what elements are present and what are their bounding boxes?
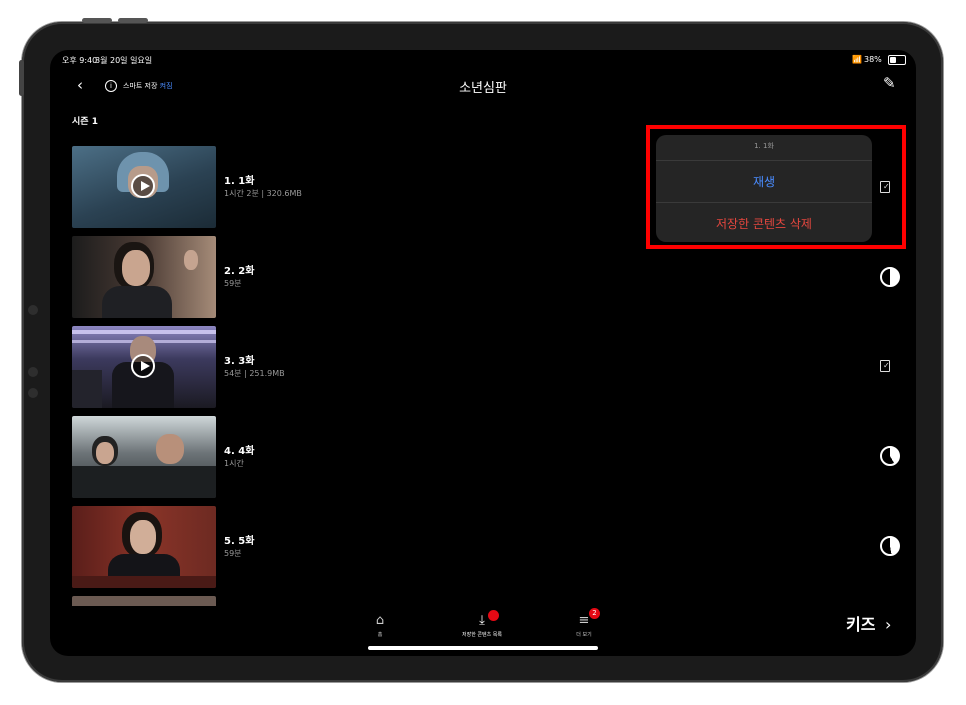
battery-icon bbox=[888, 55, 906, 65]
season-label: 시즌 1 bbox=[72, 117, 98, 127]
episode-meta: 1시간 2분 | 320.6MB bbox=[224, 189, 302, 198]
episode-title: 2. 2화 bbox=[224, 266, 255, 277]
play-icon[interactable] bbox=[131, 354, 155, 378]
partial-download-icon[interactable] bbox=[880, 536, 900, 556]
episode-row[interactable]: 4. 4화 1시간 bbox=[72, 416, 312, 498]
partial-download-icon[interactable] bbox=[880, 267, 900, 287]
home-indicator bbox=[368, 646, 598, 650]
episode-title: 5. 5화 bbox=[224, 536, 255, 547]
episode-row[interactable]: 5. 5화 59분 bbox=[72, 506, 312, 588]
episode-meta: 59분 bbox=[224, 549, 242, 558]
episode-thumbnail bbox=[72, 596, 216, 606]
battery-percent: 38% bbox=[864, 55, 882, 64]
wifi-icon: 📶 bbox=[852, 55, 862, 64]
episode-thumbnail bbox=[72, 326, 216, 408]
episode-row[interactable]: 2. 2화 59분 bbox=[72, 236, 312, 318]
tab-downloads[interactable]: ⤓ 저장한 콘텐츠 목록 bbox=[452, 610, 512, 638]
camera bbox=[28, 388, 38, 398]
episode-thumbnail bbox=[72, 506, 216, 588]
tab-label: 홈 bbox=[377, 632, 383, 638]
edit-pencil-icon[interactable]: ✎ bbox=[883, 74, 896, 92]
volume-button bbox=[118, 18, 148, 23]
episode-row[interactable]: 1. 1화 1시간 2분 | 320.6MB bbox=[72, 146, 312, 228]
tab-label: 더 보기 bbox=[576, 632, 592, 638]
play-icon[interactable] bbox=[131, 174, 155, 198]
partial-download-icon[interactable] bbox=[880, 446, 900, 466]
episode-thumbnail bbox=[72, 146, 216, 228]
tab-home[interactable]: ⌂ 홈 bbox=[350, 613, 410, 638]
downloaded-check-icon[interactable]: ✓ bbox=[880, 360, 890, 372]
episode-title: 4. 4화 bbox=[224, 446, 255, 457]
download-icon: ⤓ bbox=[479, 613, 485, 628]
episode-title: 3. 3화 bbox=[224, 356, 255, 367]
kids-label: 키즈 bbox=[846, 615, 876, 634]
tab-more[interactable]: ≡ 2 더 보기 bbox=[554, 608, 614, 638]
chevron-right-icon: › bbox=[885, 615, 892, 634]
download-progress-badge bbox=[488, 610, 499, 621]
volume-button bbox=[82, 18, 112, 23]
notification-badge: 2 bbox=[589, 608, 600, 619]
app-screen: 오후 9:40 3월 20일 일요일 📶 38% ‹ i 스마트 저장 켜짐 소… bbox=[50, 50, 916, 656]
kids-button[interactable]: 키즈 › bbox=[846, 611, 891, 635]
episode-meta: 54분 | 251.9MB bbox=[224, 369, 285, 378]
episode-meta: 1시간 bbox=[224, 459, 244, 468]
episode-thumbnail bbox=[72, 416, 216, 498]
highlight-box bbox=[646, 125, 906, 249]
tab-label: 저장한 콘텐츠 목록 bbox=[462, 632, 502, 638]
camera bbox=[28, 305, 38, 315]
page-title: 소년심판 bbox=[459, 81, 507, 96]
menu-icon: ≡ bbox=[578, 613, 590, 628]
episode-title: 1. 1화 bbox=[224, 176, 255, 187]
power-button bbox=[19, 60, 24, 96]
episode-row[interactable]: 3. 3화 54분 | 251.9MB bbox=[72, 326, 312, 408]
status-time: 오후 9:40 bbox=[62, 56, 98, 65]
camera bbox=[28, 367, 38, 377]
episode-thumbnail bbox=[72, 236, 216, 318]
episode-meta: 59분 bbox=[224, 279, 242, 288]
status-date: 3월 20일 일요일 bbox=[95, 56, 153, 65]
home-icon: ⌂ bbox=[375, 613, 385, 628]
